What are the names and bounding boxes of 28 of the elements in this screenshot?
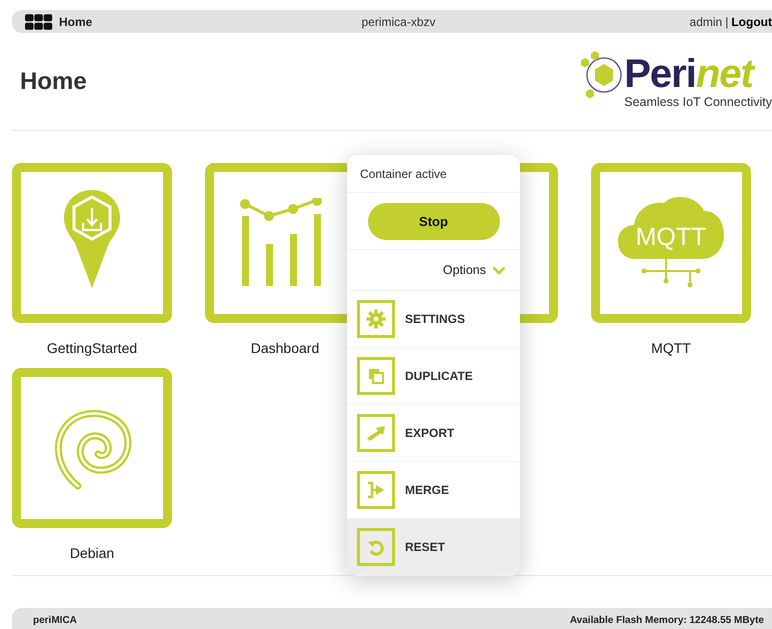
merge-icon (357, 471, 395, 509)
device-name: perimica-xbzv (361, 14, 436, 28)
user-name: admin (690, 14, 722, 28)
logout-link[interactable]: Logout (731, 14, 772, 28)
home-link[interactable]: Home (59, 14, 92, 28)
menu-item[interactable]: DUPLICATE (347, 348, 520, 405)
stop-button[interactable]: Stop (368, 202, 500, 240)
separator: | (725, 14, 728, 28)
logo-tagline: Seamless IoT Connectivity (624, 94, 772, 108)
logo-wordmark: Perinet (624, 54, 772, 92)
menu-item[interactable]: RESET (347, 519, 520, 576)
undo-icon (357, 528, 395, 566)
page-title: Home (20, 68, 87, 96)
app-grid-icon[interactable] (25, 14, 53, 30)
app-name: GettingStarted (46, 340, 138, 356)
app-tile[interactable] (12, 368, 172, 528)
menu-item[interactable]: EXPORT (347, 405, 520, 462)
app-name: Dashboard (250, 340, 320, 356)
product-name: periMICA (33, 615, 77, 628)
container-status: Container active (360, 166, 447, 180)
app-name: MQTT (651, 340, 691, 356)
copy-icon (357, 357, 395, 395)
gear-icon (357, 300, 395, 338)
app-name: Debian (70, 545, 114, 561)
flash-memory-info: Available Flash Memory: 12248.55 MByte (570, 615, 764, 628)
options-toggle[interactable]: Options (442, 263, 506, 277)
menu-item[interactable]: SETTINGS (347, 291, 520, 348)
app-tile[interactable] (12, 163, 172, 323)
